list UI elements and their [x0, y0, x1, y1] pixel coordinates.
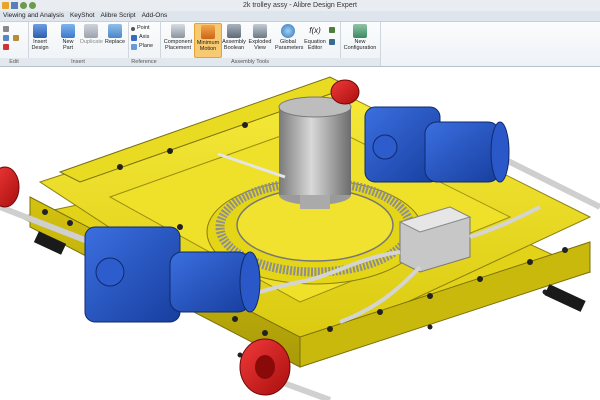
minimum-motion-label: Minimum Motion — [196, 40, 220, 52]
wheel-rear[interactable] — [330, 79, 360, 105]
paste-icon — [13, 34, 19, 41]
group-assembly-tools: Component Placement Minimum Motion Assem… — [160, 22, 341, 66]
point-button[interactable]: Point — [131, 25, 150, 32]
axis-label: Axis — [139, 34, 150, 40]
insert-design-label: Insert Design — [31, 39, 49, 51]
replace-icon — [108, 24, 122, 38]
group-label-reference: Reference — [128, 58, 160, 66]
equation-editor-button[interactable]: f(x) Equation Editor — [302, 24, 328, 51]
minimum-motion-button[interactable]: Minimum Motion — [194, 23, 222, 58]
point-icon — [131, 26, 135, 31]
exploded-view-icon — [253, 24, 267, 38]
menu-bar: Viewing and Analysis KeyShot Alibre Scri… — [0, 11, 600, 22]
exploded-view-label: Exploded View — [248, 39, 272, 51]
copy-icon — [3, 34, 9, 41]
new-configuration-button[interactable]: New Configuration — [342, 24, 378, 51]
menu-add-ons[interactable]: Add-Ons — [139, 11, 171, 21]
exploded-view-button[interactable]: Exploded View — [248, 24, 272, 51]
plane-icon — [131, 43, 137, 50]
new-part-button[interactable]: New Part — [58, 24, 78, 51]
paste-button[interactable] — [13, 34, 19, 41]
component-placement-label: Component Placement — [163, 39, 193, 51]
global-parameters-label: Global Parameters — [275, 39, 304, 51]
group-reference: Point Axis Plane Reference — [128, 22, 161, 66]
menu-viewing-and-analysis[interactable]: Viewing and Analysis — [0, 11, 67, 21]
global-parameters-button[interactable]: Global Parameters — [275, 24, 304, 51]
mate-icon — [329, 26, 335, 33]
group-label-assembly-tools: Assembly Tools — [160, 58, 340, 66]
duplicate-label: Duplicate — [80, 39, 103, 45]
component-placement-button[interactable]: Component Placement — [163, 24, 193, 51]
cut-button[interactable] — [3, 25, 9, 32]
replace-label: Replace — [104, 39, 126, 45]
menu-alibre-script[interactable]: Alibre Script — [98, 11, 139, 21]
trolley-assembly-model[interactable] — [0, 67, 600, 400]
assembly-boolean-label: Assembly Boolean — [222, 39, 246, 51]
new-part-label: New Part — [62, 39, 74, 51]
new-configuration-icon — [353, 24, 367, 38]
duplicate-button[interactable]: Duplicate — [80, 24, 103, 45]
plane-label: Plane — [139, 43, 154, 49]
window-title: 2k trolley assy - Alibre Design Expert — [243, 2, 357, 9]
duplicate-icon — [84, 24, 98, 38]
insert-design-button[interactable]: Insert Design — [30, 24, 50, 51]
bumper-right[interactable] — [544, 284, 586, 312]
menu-keyshot[interactable]: KeyShot — [67, 11, 98, 21]
plane-button[interactable]: Plane — [131, 43, 153, 50]
insert-design-icon — [33, 24, 47, 38]
equation-editor-label: Equation Editor — [304, 39, 326, 51]
minimum-motion-icon — [201, 25, 215, 39]
replace-button[interactable]: Replace — [104, 24, 126, 45]
assembly-extra-button-1[interactable] — [329, 26, 335, 33]
axis-icon — [131, 34, 137, 41]
global-parameters-icon — [281, 24, 295, 38]
group-label-edit: Edit — [0, 58, 28, 66]
model-viewport[interactable] — [0, 67, 600, 400]
equation-editor-icon: f(x) — [309, 26, 321, 35]
axis-button[interactable]: Axis — [131, 34, 149, 41]
group-edit: Edit — [0, 22, 29, 66]
assembly-extra-button-2[interactable] — [329, 38, 335, 45]
group-configuration: New Configuration — [340, 22, 381, 66]
component-placement-icon — [171, 24, 185, 38]
group-label-configuration — [340, 58, 380, 66]
group-label-insert: Insert — [28, 58, 128, 66]
group-insert: Insert Design New Part Duplicate Replace… — [28, 22, 129, 66]
assembly-boolean-button[interactable]: Assembly Boolean — [221, 24, 247, 51]
assembly-boolean-icon — [227, 24, 241, 38]
delete-icon — [3, 43, 9, 50]
delete-button[interactable] — [3, 43, 9, 50]
point-label: Point — [137, 25, 150, 31]
constraint-icon — [329, 38, 335, 45]
scissors-icon — [3, 25, 9, 32]
wheel-front-left[interactable] — [239, 338, 291, 396]
new-configuration-label: New Configuration — [343, 39, 377, 51]
wheel-left-edge[interactable] — [0, 166, 20, 208]
title-bar: 2k trolley assy - Alibre Design Expert — [0, 0, 600, 11]
new-part-icon — [61, 24, 75, 38]
central-cylinder[interactable] — [278, 96, 352, 209]
copy-button[interactable] — [3, 34, 9, 41]
drive-motor-rear-right[interactable] — [364, 106, 510, 183]
ribbon: Edit Insert Design New Part Duplicate Re… — [0, 22, 600, 67]
